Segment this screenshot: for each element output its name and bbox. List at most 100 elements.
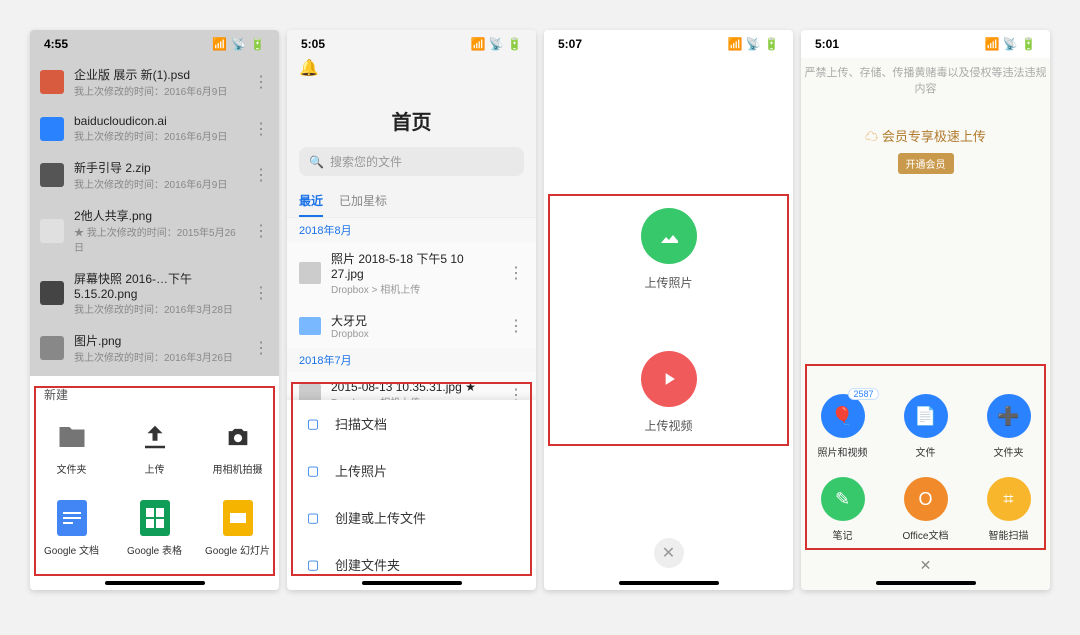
file-list: 企业版 展示 新(1).psd 我上次修改的时间：2016年6月9日 ⋮ bai…: [30, 58, 279, 372]
action-scan[interactable]: ⌗智能扫描: [967, 477, 1050, 542]
section-header: 2018年7月: [287, 348, 536, 372]
more-icon[interactable]: ⋮: [253, 283, 269, 303]
file-row[interactable]: 屏幕快照 2016-…下午5.15.20.png 我上次修改的时间：2016年3…: [40, 262, 269, 324]
file-thumb-icon: [40, 163, 64, 187]
signal-icon: 📶: [212, 37, 227, 51]
slides-icon: [220, 500, 256, 536]
new-slides[interactable]: Google 幻灯片: [196, 490, 279, 571]
section-header: 2018年8月: [287, 218, 536, 242]
action-file[interactable]: 📄文件: [884, 394, 967, 459]
item-name: 大牙兄: [331, 312, 498, 329]
phone-3: 5:07 📶 📡 🔋 上传照片 上传视频 ✕: [544, 30, 793, 590]
phone-4: 5:01 📶 📡 🔋 严禁上传、存储、传播黄赌毒以及侵权等违法违规内容 ☁ 会员…: [801, 30, 1050, 590]
menu-label: 创建文件夹: [335, 555, 400, 574]
docs-icon: [54, 500, 90, 536]
search-icon: 🔍: [309, 155, 324, 169]
close-button[interactable]: ✕: [920, 557, 932, 574]
file-row[interactable]: 企业版 展示 新(1).psd 我上次修改的时间：2016年6月9日 ⋮: [40, 58, 269, 106]
item-sub: Dropbox: [331, 329, 498, 340]
item-name: 照片 2018-5-18 下午5 10 27.jpg: [331, 250, 498, 281]
more-icon[interactable]: ⋮: [253, 338, 269, 358]
menu-file-up[interactable]: ▢ 创建或上传文件: [287, 494, 536, 541]
office-icon: O: [904, 477, 948, 521]
cell-label: Google 表格: [113, 542, 196, 557]
comparison-stage: 4:55 📶 📡 🔋 企业版 展示 新(1).psd 我上次修改的时间：2016…: [0, 0, 1080, 620]
tabs: 最近 已加星标: [287, 186, 536, 218]
home-indicator: [362, 581, 462, 585]
folder-icon: [54, 419, 90, 455]
upload-panel: 上传照片 上传视频: [544, 58, 793, 590]
more-icon[interactable]: ⋮: [508, 316, 524, 336]
action-office[interactable]: OOffice文档: [884, 477, 967, 542]
more-icon[interactable]: ⋮: [253, 221, 269, 241]
note-icon: ✎: [821, 477, 865, 521]
file-row[interactable]: baiducloudicon.ai 我上次修改的时间：2016年6月9日 ⋮: [40, 106, 269, 151]
status-icons: 📶 📡 🔋: [985, 37, 1037, 51]
more-icon[interactable]: ⋮: [253, 165, 269, 185]
status-time: 5:07: [558, 37, 582, 51]
home-indicator: [105, 581, 205, 585]
file-row[interactable]: 图片.png 我上次修改的时间：2016年3月26日 ⋮: [40, 324, 269, 372]
close-button[interactable]: ✕: [654, 538, 684, 568]
photo-up-icon: ▢: [305, 463, 321, 479]
disclaimer-text: 严禁上传、存储、传播黄赌毒以及侵权等违法违规内容: [801, 64, 1050, 96]
upload-video-label: 上传视频: [641, 417, 697, 434]
folder-plus-icon: ➕: [987, 394, 1031, 438]
count-badge: 2587: [848, 388, 878, 400]
search-input[interactable]: 🔍 搜索您的文件: [299, 147, 524, 176]
new-camera[interactable]: 用相机拍摄: [196, 409, 279, 490]
file-name: baiducloudicon.ai: [74, 114, 243, 128]
new-sheet: 新建 文件夹上传用相机拍摄Google 文档Google 表格Google 幻灯…: [30, 376, 279, 590]
new-upload[interactable]: 上传: [113, 409, 196, 490]
menu-label: 创建或上传文件: [335, 508, 426, 527]
menu-photo-up[interactable]: ▢上传照片: [287, 447, 536, 494]
vip-row: ☁ 会员专享极速上传 开通会员: [801, 126, 1050, 174]
vip-button[interactable]: 开通会员: [898, 153, 954, 174]
new-folder[interactable]: 文件夹: [30, 409, 113, 490]
file-meta: ★ 我上次修改的时间：2015年5月26日: [74, 224, 243, 254]
bell-icon[interactable]: 🔔: [299, 60, 319, 77]
upload-icon: [137, 419, 173, 455]
status-bar: 4:55 📶 📡 🔋: [30, 30, 279, 58]
file-meta: 我上次修改的时间：2016年3月28日: [74, 301, 243, 316]
scan-icon: ▢: [305, 416, 321, 432]
upload-video-option[interactable]: 上传视频: [641, 351, 697, 434]
status-bar: 5:01 📶 📡 🔋: [801, 30, 1050, 58]
battery-icon: 🔋: [250, 37, 265, 51]
status-icons: 📶 📡 🔋: [212, 37, 265, 51]
list-item[interactable]: 大牙兄Dropbox ⋮: [287, 304, 536, 348]
file-name: 屏幕快照 2016-…下午5.15.20.png: [74, 270, 243, 301]
file-thumb-icon: [40, 70, 64, 94]
file-meta: 我上次修改的时间：2016年3月26日: [74, 349, 243, 364]
new-docs[interactable]: Google 文档: [30, 490, 113, 571]
file-row[interactable]: 新手引导 2.zip 我上次修改的时间：2016年6月9日 ⋮: [40, 151, 269, 199]
action-label: 笔记: [801, 527, 884, 542]
status-time: 5:05: [301, 37, 325, 51]
action-note[interactable]: ✎ 笔记: [801, 477, 884, 542]
new-sheets[interactable]: Google 表格: [113, 490, 196, 571]
more-icon[interactable]: ⋮: [253, 119, 269, 139]
status-icons: 📶 📡 🔋: [728, 37, 780, 51]
home-indicator: [619, 581, 719, 585]
more-icon[interactable]: ⋮: [253, 72, 269, 92]
upload-photo-option[interactable]: 上传照片: [641, 208, 697, 291]
menu-scan[interactable]: ▢扫描文档: [287, 400, 536, 447]
status-time: 4:55: [44, 37, 68, 51]
list-item[interactable]: 照片 2018-5-18 下午5 10 27.jpgDropbox > 相机上传…: [287, 242, 536, 304]
file-name: 新手引导 2.zip: [74, 159, 243, 176]
more-icon[interactable]: ⋮: [508, 263, 524, 283]
status-time: 5:01: [815, 37, 839, 51]
action-media[interactable]: 🎈2587照片和视频: [801, 394, 884, 459]
file-name: 2他人共享.png: [74, 207, 243, 224]
phone-2: 5:05 📶 📡 🔋 🔔 首页 🔍 搜索您的文件 最近 已加星标 2018年8月…: [287, 30, 536, 590]
new-grid: 文件夹上传用相机拍摄 Google 文档Google 表格Google 幻灯片: [30, 409, 279, 571]
file-row[interactable]: 2他人共享.png ★ 我上次修改的时间：2015年5月26日 ⋮: [40, 199, 269, 262]
cell-label: Google 幻灯片: [196, 542, 279, 557]
action-folder-plus[interactable]: ➕文件夹: [967, 394, 1050, 459]
page-title: 首页: [287, 106, 536, 135]
file-up-icon: ▢: [305, 510, 321, 526]
file-thumb-icon: [40, 336, 64, 360]
tab-starred[interactable]: 已加星标: [339, 186, 387, 217]
file-thumb-icon: [40, 281, 64, 305]
tab-recent[interactable]: 最近: [299, 186, 323, 217]
